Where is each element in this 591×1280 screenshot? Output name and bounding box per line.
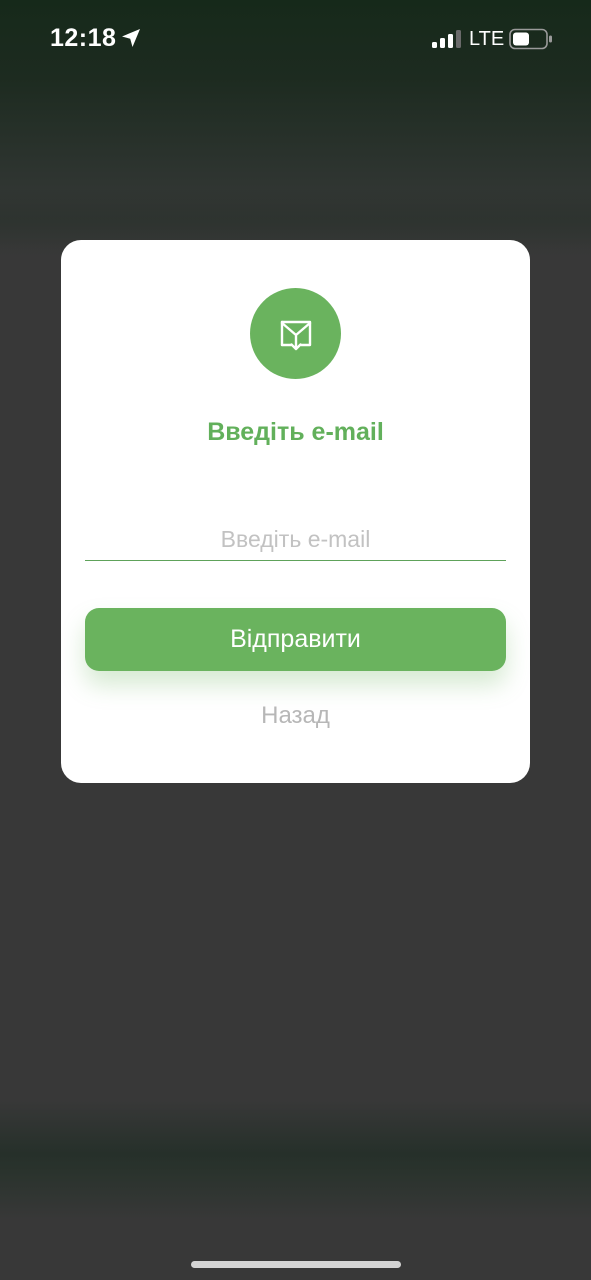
email-input[interactable] <box>85 518 506 561</box>
dialog-title: Введіть e-mail <box>207 418 384 446</box>
cellular-signal-icon <box>432 30 462 48</box>
home-indicator[interactable] <box>191 1261 401 1268</box>
dialog-icon-badge <box>250 288 341 379</box>
back-button[interactable]: Назад <box>61 702 530 730</box>
email-dialog: Введіть e-mail Відправити Назад <box>61 240 530 783</box>
status-time: 12:18 <box>50 24 117 52</box>
location-arrow-icon <box>120 27 142 49</box>
status-bar: 12:18 LTE <box>0 0 591 80</box>
battery-icon <box>509 28 553 50</box>
background-bottom-gradient <box>0 1100 591 1220</box>
status-network: LTE <box>469 28 505 50</box>
mail-download-icon <box>280 320 311 350</box>
submit-button[interactable]: Відправити <box>85 608 506 671</box>
